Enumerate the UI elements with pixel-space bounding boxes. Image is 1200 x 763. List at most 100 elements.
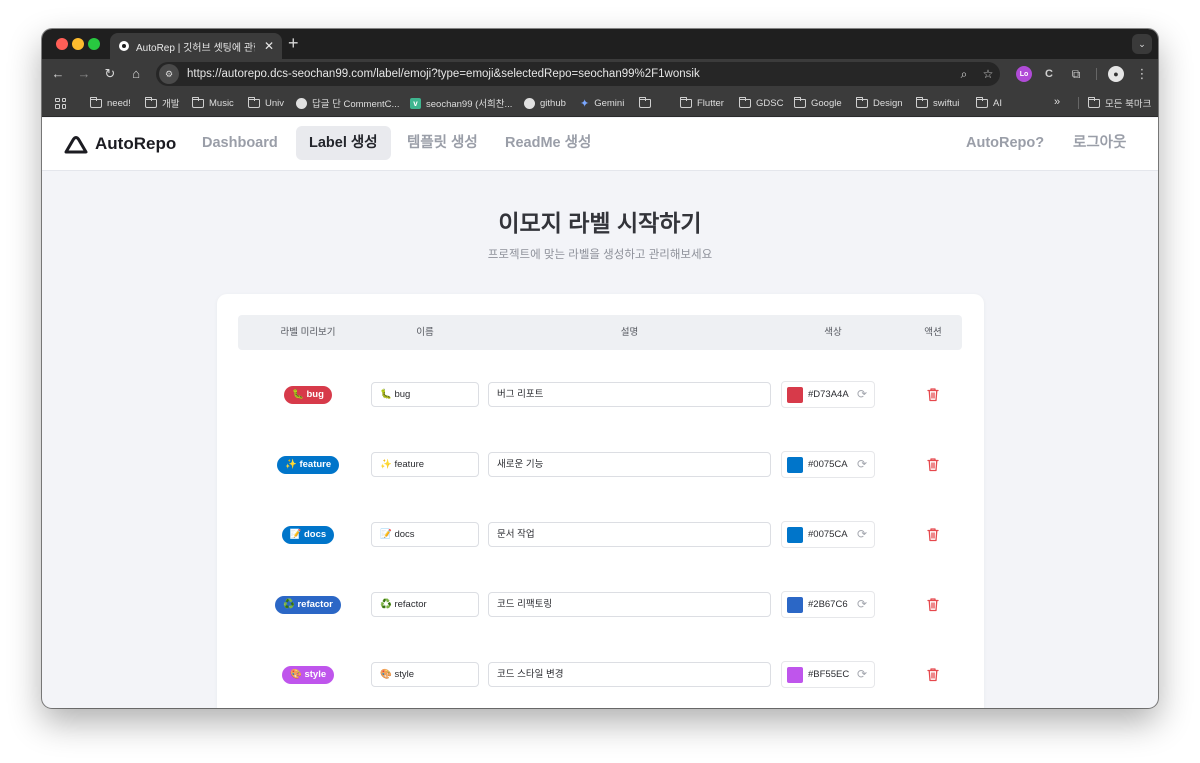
- label-name-input[interactable]: 🐛 bug: [371, 382, 479, 407]
- maximize-window-button[interactable]: [88, 38, 100, 50]
- label-preview-badge: 📝 docs: [281, 526, 335, 544]
- home-icon[interactable]: ⌂: [128, 66, 144, 82]
- color-swatch[interactable]: [787, 597, 803, 613]
- column-header-description: 설명: [620, 327, 639, 338]
- nav-dashboard[interactable]: Dashboard: [189, 126, 291, 160]
- table-header: 라벨 미리보기 이름 설명 색상 액션: [238, 315, 962, 350]
- refresh-color-icon[interactable]: ⟳: [855, 667, 869, 681]
- refresh-color-icon[interactable]: ⟳: [855, 387, 869, 401]
- color-hex-text: #0075CA: [808, 529, 848, 540]
- reload-icon[interactable]: ↻: [102, 66, 118, 82]
- label-description-input[interactable]: 새로운 기능: [488, 452, 771, 477]
- folder-icon: [976, 96, 988, 108]
- label-name-input[interactable]: ♻️ refactor: [371, 592, 479, 617]
- refresh-color-icon[interactable]: ⟳: [855, 527, 869, 541]
- forward-icon[interactable]: →: [76, 66, 92, 82]
- tab-strip: AutoRep | 깃허브 셋팅에 관한 모든 ✕ + ⌄: [42, 29, 1158, 59]
- new-tab-button[interactable]: +: [288, 34, 299, 52]
- bookmark-swiftui[interactable]: swiftui: [916, 96, 959, 110]
- refresh-color-icon[interactable]: ⟳: [855, 597, 869, 611]
- bookmark-velog[interactable]: v seochan99 (서희찬...: [410, 96, 512, 110]
- trash-icon[interactable]: [926, 527, 940, 542]
- label-color-picker[interactable]: #D73A4A ⟳: [781, 381, 875, 408]
- nav-about[interactable]: AutoRepo?: [953, 126, 1057, 160]
- label-preview-badge: 🐛 bug: [284, 386, 332, 404]
- trash-icon[interactable]: [926, 457, 940, 472]
- address-bar[interactable]: ⚙ https://autorepo.dcs-seochan99.com/lab…: [156, 62, 1000, 86]
- tab-search-button[interactable]: ⌄: [1132, 34, 1152, 54]
- color-swatch[interactable]: [787, 457, 803, 473]
- bookmark-google[interactable]: Google: [794, 96, 842, 110]
- gemini-icon: ✦: [580, 97, 590, 110]
- label-color-picker[interactable]: #2B67C6 ⟳: [781, 591, 875, 618]
- browser-menu-icon[interactable]: ⋮: [1134, 66, 1150, 82]
- browser-tab[interactable]: AutoRep | 깃허브 셋팅에 관한 모든 ✕: [110, 33, 282, 59]
- velog-icon: v: [410, 97, 421, 109]
- label-color-picker[interactable]: #0075CA ⟳: [781, 521, 875, 548]
- bookmark-github[interactable]: github: [524, 96, 566, 110]
- bookmark-dev[interactable]: 개발: [145, 96, 179, 110]
- label-description-input[interactable]: 코드 리팩토링: [488, 592, 771, 617]
- bookmark-need[interactable]: need!: [90, 96, 131, 110]
- color-swatch[interactable]: [787, 387, 803, 403]
- bookmark-music[interactable]: Music: [192, 96, 234, 110]
- label-name-input[interactable]: 🎨 style: [371, 662, 479, 687]
- bookmark-design[interactable]: Design: [856, 96, 903, 110]
- bookmark-gdsc[interactable]: GDSC: [739, 96, 783, 110]
- label-description-input[interactable]: 문서 작업: [488, 522, 771, 547]
- bookmark-flutter[interactable]: Flutter: [680, 96, 724, 110]
- bookmarks-divider: [1078, 97, 1079, 109]
- zoom-icon[interactable]: ⌕: [952, 67, 976, 82]
- folder-icon: [856, 96, 868, 108]
- back-icon[interactable]: ←: [50, 66, 66, 82]
- folder-icon: [1088, 96, 1100, 108]
- nav-label[interactable]: Label 생성: [296, 126, 391, 160]
- site-info-icon[interactable]: ⚙: [159, 64, 179, 84]
- extension-c-icon[interactable]: C: [1041, 66, 1057, 82]
- extensions-puzzle-icon[interactable]: ⧉: [1068, 66, 1084, 82]
- profile-avatar-icon[interactable]: ●: [1108, 66, 1124, 82]
- color-swatch[interactable]: [787, 527, 803, 543]
- label-description-input[interactable]: 버그 리포트: [488, 382, 771, 407]
- logout-button[interactable]: 로그아웃: [1060, 126, 1139, 160]
- folder-icon: [90, 96, 102, 108]
- bookmark-star-icon[interactable]: ☆: [976, 67, 1000, 81]
- label-description-input[interactable]: 코드 스타일 변경: [488, 662, 771, 687]
- bookmark-threads[interactable]: 답글 단 CommentC...: [296, 96, 399, 110]
- color-swatch[interactable]: [787, 667, 803, 683]
- tab-close-icon[interactable]: ✕: [262, 39, 276, 53]
- label-color-picker[interactable]: #BF55EC ⟳: [781, 661, 875, 688]
- color-hex-text: #0075CA: [808, 459, 848, 470]
- site-logo[interactable]: AutoRepo: [63, 133, 176, 155]
- bookmark-ai[interactable]: AI: [976, 96, 1002, 110]
- label-name-input[interactable]: ✨ feature: [371, 452, 479, 477]
- bookmark-gemini[interactable]: ✦ Gemini: [580, 96, 624, 110]
- refresh-color-icon[interactable]: ⟳: [855, 457, 869, 471]
- apps-grid-icon[interactable]: [55, 96, 66, 110]
- url-text[interactable]: https://autorepo.dcs-seochan99.com/label…: [187, 68, 952, 80]
- table-row: 🎨 style 🎨 style 코드 스타일 변경 #BF55EC ⟳: [238, 660, 962, 690]
- tab-title: AutoRep | 깃허브 셋팅에 관한 모든: [136, 42, 255, 54]
- bookmarks-bar: need! 개발 Music Univ 답글 단 CommentC... v s…: [42, 89, 1158, 117]
- label-table-card: 라벨 미리보기 이름 설명 색상 액션 🐛 bug 🐛 bug 버그 리포트 #…: [217, 294, 984, 708]
- nav-readme[interactable]: ReadMe 생성: [492, 126, 604, 160]
- label-name-input[interactable]: 📝 docs: [371, 522, 479, 547]
- nav-template[interactable]: 템플릿 생성: [394, 126, 491, 160]
- extension-badge-icon[interactable]: Lo: [1016, 66, 1032, 82]
- close-window-button[interactable]: [56, 38, 68, 50]
- bookmark-univ[interactable]: Univ: [248, 96, 284, 110]
- column-header-preview: 라벨 미리보기: [280, 327, 336, 338]
- table-row: ♻️ refactor ♻️ refactor 코드 리팩토링 #2B67C6 …: [238, 590, 962, 620]
- all-bookmarks[interactable]: 모든 북마크: [1088, 96, 1151, 110]
- bookmark-unnamed-folder[interactable]: [639, 96, 656, 110]
- trash-icon[interactable]: [926, 387, 940, 402]
- color-hex-text: #BF55EC: [808, 669, 850, 680]
- minimize-window-button[interactable]: [72, 38, 84, 50]
- label-preview-badge: 🎨 style: [282, 666, 335, 684]
- bookmarks-overflow-icon[interactable]: »: [1054, 96, 1060, 108]
- trash-icon[interactable]: [926, 597, 940, 612]
- folder-icon: [739, 96, 751, 108]
- trash-icon[interactable]: [926, 667, 940, 682]
- favicon-icon: [119, 41, 129, 51]
- label-color-picker[interactable]: #0075CA ⟳: [781, 451, 875, 478]
